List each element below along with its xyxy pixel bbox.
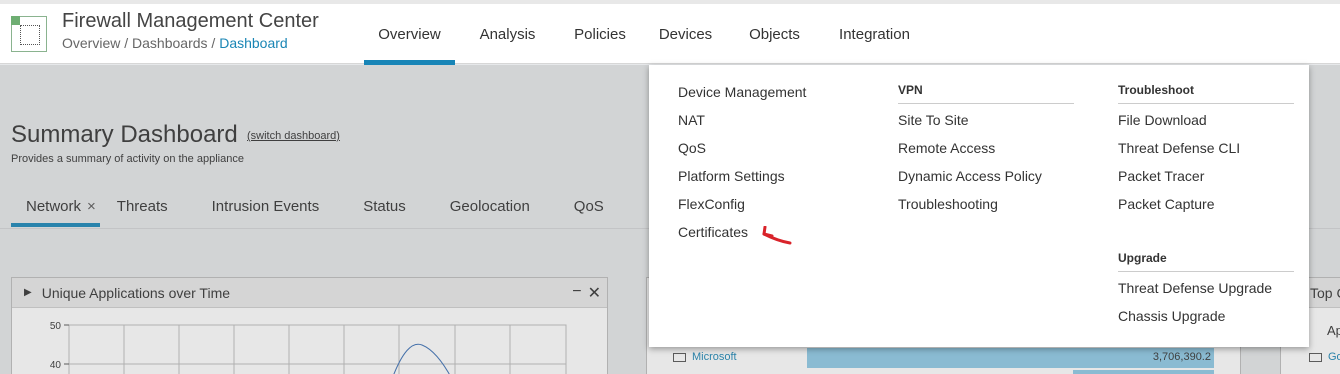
menu-heading-vpn: VPN: [898, 83, 1074, 104]
menu-item-file-download[interactable]: File Download: [1118, 112, 1207, 128]
close-icon[interactable]: ✕: [588, 283, 601, 303]
tab-network-label: Network: [26, 197, 82, 215]
folder-icon: [673, 352, 686, 362]
breadcrumb-dashboards[interactable]: Dashboards: [132, 35, 208, 51]
series-line: [393, 343, 450, 374]
tab-geolocation[interactable]: Geolocation: [428, 186, 552, 226]
folder-icon: [1309, 352, 1322, 362]
breadcrumb-sep: /: [207, 35, 220, 51]
menu-heading-troubleshoot: Troubleshoot: [1118, 83, 1294, 104]
page-subtitle: Provides a summary of activity on the ap…: [11, 153, 244, 165]
nav-analysis[interactable]: Analysis: [455, 4, 560, 64]
menu-item-threat-defense-upgrade[interactable]: Threat Defense Upgrade: [1118, 280, 1272, 296]
menu-heading-upgrade: Upgrade: [1118, 251, 1294, 272]
app-title: Firewall Management Center: [62, 10, 319, 32]
menu-item-certificates[interactable]: Certificates: [678, 224, 748, 240]
red-arrow-icon: [762, 226, 792, 245]
switch-dashboard-link[interactable]: (switch dashboard): [247, 130, 340, 142]
tab-status[interactable]: Status: [341, 186, 428, 226]
menu-item-dynamic-access-policy[interactable]: Dynamic Access Policy: [898, 168, 1042, 184]
menu-item-device-management[interactable]: Device Management: [678, 84, 806, 100]
breadcrumb-sep: /: [120, 35, 133, 51]
minimize-icon[interactable]: −: [572, 283, 581, 303]
menu-item-qos[interactable]: QoS: [678, 140, 706, 156]
tab-network[interactable]: Network ×: [11, 186, 100, 227]
widget-unique-applications: ▶ Unique Applications over Time − ✕ 50 4…: [11, 277, 608, 374]
dashboard-tabs: Network × Threats Intrusion Events Statu…: [11, 186, 626, 228]
column-header: Ap: [1327, 323, 1340, 338]
list-item[interactable]: Microsoft: [673, 351, 737, 363]
tab-qos[interactable]: QoS: [552, 186, 626, 226]
list-item[interactable]: Go: [1309, 351, 1340, 363]
nav-integration[interactable]: Integration: [818, 4, 931, 64]
main-nav: Overview Analysis Policies Devices Objec…: [364, 4, 931, 65]
fmc-logo-icon[interactable]: [11, 16, 47, 52]
menu-item-troubleshooting[interactable]: Troubleshooting: [898, 196, 998, 212]
y-tick-label: 50: [50, 321, 62, 332]
data-bar: 3,706,390.2: [807, 348, 1214, 368]
devices-dropdown-menu: Device Management NAT QoS Platform Setti…: [649, 65, 1309, 347]
breadcrumb: Overview / Dashboards / Dashboard: [62, 35, 288, 51]
menu-item-platform-settings[interactable]: Platform Settings: [678, 168, 785, 184]
nav-overview[interactable]: Overview: [364, 4, 455, 65]
tab-threats[interactable]: Threats: [100, 186, 190, 226]
menu-item-threat-defense-cli[interactable]: Threat Defense CLI: [1118, 140, 1240, 156]
top-header: Firewall Management Center Overview / Da…: [0, 0, 1340, 65]
widget-header: ▶ Unique Applications over Time − ✕: [12, 278, 607, 308]
tab-intrusion-events[interactable]: Intrusion Events: [190, 186, 342, 226]
y-tick-label: 40: [50, 360, 62, 371]
expand-triangle-icon[interactable]: ▶: [24, 287, 32, 298]
breadcrumb-overview[interactable]: Overview: [62, 35, 120, 51]
data-bar: [1073, 370, 1214, 374]
menu-item-chassis-upgrade[interactable]: Chassis Upgrade: [1118, 308, 1225, 324]
nav-devices[interactable]: Devices: [640, 4, 731, 64]
widget-title: Unique Applications over Time: [41, 284, 231, 301]
breadcrumb-current: Dashboard: [219, 35, 288, 51]
chart-plot-border: [68, 324, 567, 374]
close-icon[interactable]: ×: [87, 198, 96, 215]
nav-policies[interactable]: Policies: [560, 4, 640, 64]
menu-item-packet-tracer[interactable]: Packet Tracer: [1118, 168, 1204, 184]
row-label: Microsoft: [692, 351, 737, 363]
menu-item-packet-capture[interactable]: Packet Capture: [1118, 196, 1215, 212]
menu-item-site-to-site[interactable]: Site To Site: [898, 112, 969, 128]
bar-value: 3,706,390.2: [1152, 351, 1211, 363]
menu-item-nat[interactable]: NAT: [678, 112, 705, 128]
menu-item-remote-access[interactable]: Remote Access: [898, 140, 995, 156]
applications-chart: 50 40: [50, 321, 567, 374]
row-label: Go: [1328, 351, 1340, 363]
nav-objects[interactable]: Objects: [731, 4, 818, 64]
menu-item-flexconfig[interactable]: FlexConfig: [678, 196, 745, 212]
page-title: Summary Dashboard: [11, 121, 238, 148]
